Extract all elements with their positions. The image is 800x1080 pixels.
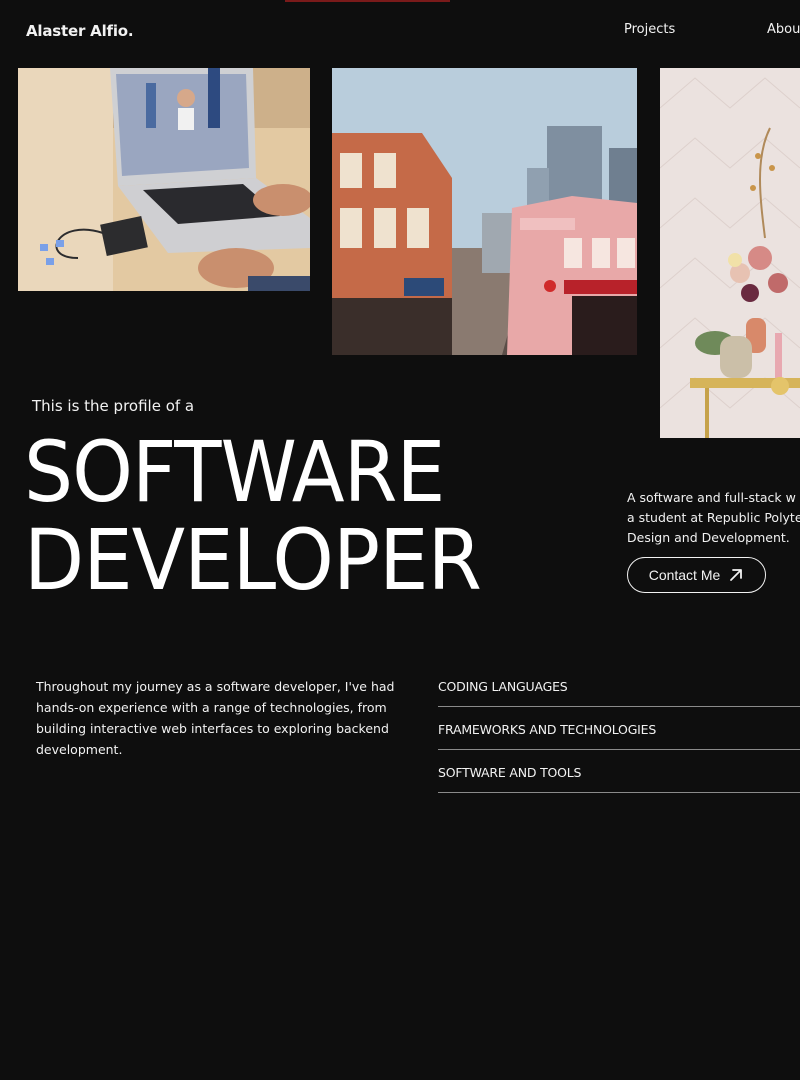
flowers-photo — [660, 68, 800, 438]
hero-bio: A software and full-stack w a student at… — [627, 488, 800, 548]
hero-bio-line: Design and Development. — [627, 530, 790, 545]
top-accent-bar — [285, 0, 450, 2]
contact-me-label: Contact Me — [648, 567, 721, 583]
hero-title-line2: DEVELOPER — [24, 511, 482, 609]
street-photo — [332, 68, 637, 355]
site-logo[interactable]: Alaster Alfio. — [26, 22, 134, 40]
portfolio-page: Alaster Alfio. Projects Abou t — [0, 0, 800, 1080]
skill-software-tools[interactable]: SOFTWARE AND TOOLS — [438, 750, 800, 793]
nav-projects-link[interactable]: Projects — [624, 22, 675, 37]
nav-about-link[interactable]: About — [767, 22, 800, 37]
hero-bio-line: a student at Republic Polyte — [627, 510, 800, 525]
contact-me-button[interactable]: Contact Me — [627, 557, 766, 593]
skill-frameworks-technologies[interactable]: FRAMEWORKS AND TECHNOLOGIES — [438, 707, 800, 750]
arrow-up-right-icon — [728, 567, 744, 583]
skills-list: CODING LANGUAGES FRAMEWORKS AND TECHNOLO… — [438, 664, 800, 793]
hero-intro: This is the profile of a — [32, 397, 195, 415]
hero-title-line1: SOFTWARE — [24, 423, 445, 521]
laptop-photo — [18, 68, 310, 291]
hero-bio-line: A software and full-stack w — [627, 490, 796, 505]
journey-paragraph: Throughout my journey as a software deve… — [36, 679, 395, 757]
skill-coding-languages[interactable]: CODING LANGUAGES — [438, 664, 800, 707]
